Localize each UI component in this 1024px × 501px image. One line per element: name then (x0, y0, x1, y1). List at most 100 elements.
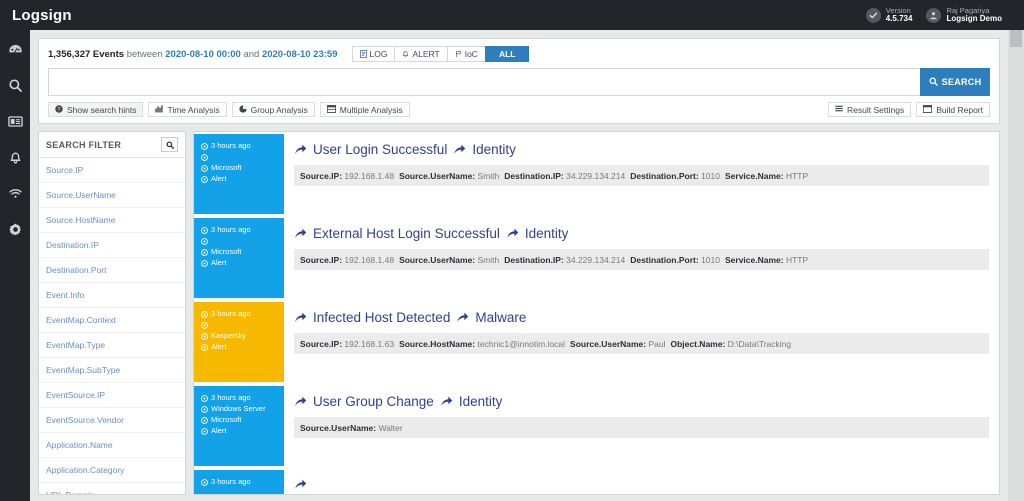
show-search-hints-button[interactable]: ? Show search hints (48, 102, 144, 117)
filter-item-label: Application.Category (46, 465, 125, 475)
filter-item-destination-port[interactable]: Destination.Port (39, 258, 185, 283)
field-value: 192.168.1.48 (344, 170, 395, 181)
filter-item-source-username[interactable]: Source.UserName (39, 183, 185, 208)
filter-item-eventsource-ip[interactable]: EventSource.IP (39, 383, 185, 408)
filter-item-eventmap-context[interactable]: EventMap.Context (39, 308, 185, 333)
result-card-title-row: User Group Change Identity (294, 394, 989, 409)
report-icon[interactable] (0, 110, 30, 132)
field-key: Destination.Port: (630, 170, 699, 181)
time-analysis-button[interactable]: Time Analysis (148, 102, 227, 117)
filter-item-eventsource-vendor[interactable]: EventSource.Vendor (39, 408, 185, 433)
result-card-title-row: User Login Successful Identity (294, 142, 989, 157)
tab-alert[interactable]: ALERT (394, 46, 447, 62)
topbar-right-group: Version 4.5.734 Raj Pagariya Logsign Dem… (865, 0, 1024, 30)
search-icon[interactable] (0, 74, 30, 96)
filter-item-destination-ip[interactable]: Destination.IP (39, 233, 185, 258)
build-report-label: Build Report (936, 104, 983, 115)
analysis-toolbar: ? Show search hints Time Analysis Group … (48, 102, 990, 117)
group-analysis-label: Group Analysis (250, 104, 308, 115)
arrow-icon (294, 227, 307, 240)
result-card-fields: Source.UserName: Walter (294, 417, 989, 438)
filter-item-eventmap-subtype[interactable]: EventMap.SubType (39, 358, 185, 383)
filter-item-application-category[interactable]: Application.Category (39, 458, 185, 483)
result-settings-button[interactable]: Result Settings (828, 102, 912, 117)
filter-item-application-name[interactable]: Application.Name (39, 433, 185, 458)
dashboard-icon[interactable] (0, 38, 30, 60)
filter-item-source-ip[interactable]: Source.IP (39, 158, 185, 183)
tab-ioc-label: IoC (464, 49, 478, 59)
signal-icon[interactable] (0, 182, 30, 204)
page-scrollbar[interactable] (1008, 30, 1024, 501)
result-card-title: External Host Login Successful (313, 226, 500, 241)
user-menu[interactable]: Raj Pagariya Logsign Demo (926, 6, 1002, 24)
arrow-icon (440, 395, 453, 408)
result-card-body: User Group Change Identity Source.UserNa… (284, 386, 999, 466)
filter-item-eventmap-type[interactable]: EventMap.Type (39, 333, 185, 358)
filter-item-source-hostname[interactable]: Source.HostName (39, 208, 185, 233)
result-toolbar: Result Settings Build Report (823, 102, 990, 117)
result-card-category: Identity (458, 394, 503, 409)
tab-log[interactable]: LOG (351, 46, 395, 62)
date-end[interactable]: 2020-08-10 23:59 (262, 49, 338, 60)
field-key: Destination.Port: (630, 254, 699, 265)
meta-type-label: Alert (211, 426, 227, 436)
version-value: 4.5.734 (885, 13, 913, 23)
meta-time-label: 3 hours ago (211, 477, 251, 487)
build-report-button[interactable]: Build Report (916, 102, 990, 117)
search-filter-header: SEARCH FILTER (39, 132, 185, 158)
left-icon-rail (0, 30, 30, 501)
result-card-title-row: Infected Host Detected Malware (294, 310, 989, 325)
result-card-meta: 3 hours ago Windows Server Microsoft Ale… (194, 386, 284, 466)
meta-time-label: 3 hours ago (211, 141, 251, 151)
date-start[interactable]: 2020-08-10 00:00 (165, 49, 241, 60)
arrow-icon (294, 143, 307, 156)
result-card-meta: 3 hours ago Microsoft Alert (194, 134, 284, 214)
search-icon (929, 76, 938, 88)
meta-time: 3 hours ago (201, 309, 278, 320)
events-summary: 1,356,327 Events between 2020-08-10 00:0… (48, 49, 338, 60)
field-value: Walter (378, 422, 403, 433)
tab-alert-label: ALERT (412, 49, 440, 59)
show-search-hints-label: Show search hints (67, 104, 137, 115)
tab-ioc[interactable]: IoC (446, 46, 485, 62)
meta-type-label: Alert (211, 174, 227, 184)
bell-icon (402, 50, 409, 58)
result-card[interactable]: 3 hours ago Kaspersky Alert Infected Hos… (194, 302, 999, 382)
search-input[interactable] (48, 68, 920, 96)
group-analysis-button[interactable]: Group Analysis (231, 102, 315, 117)
meta-type-label: Alert (211, 258, 227, 268)
result-card-fields: Source.IP: 192.168.1.63 Source.HostName:… (294, 333, 989, 354)
field-value: 1010 (701, 170, 720, 181)
result-card[interactable]: 3 hours ago Microsoft Alert (194, 134, 999, 214)
meta-time-label: 3 hours ago (211, 225, 251, 235)
filter-item-event-info[interactable]: Event.Info (39, 283, 185, 308)
result-card-body: Infected Host Detected Malware Source.IP… (284, 302, 999, 382)
field-key: Source.UserName: (570, 338, 647, 349)
user-circle-icon (926, 7, 942, 23)
filter-item-label: EventSource.IP (46, 390, 106, 400)
multiple-analysis-button[interactable]: Multiple Analysis (319, 102, 410, 117)
meta-vendor: Microsoft (201, 163, 278, 174)
result-card-title: User Group Change (313, 394, 434, 409)
result-card[interactable]: 3 hours ago Windows Server Microsoft Ale… (194, 386, 999, 466)
table-icon (326, 104, 336, 115)
gear-icon[interactable] (0, 218, 30, 240)
filter-search-button[interactable] (161, 137, 178, 152)
result-card[interactable]: 3 hours ago Microsoft Alert (194, 218, 999, 298)
search-button[interactable]: SEARCH (920, 68, 990, 96)
arrow-icon (294, 478, 307, 491)
result-card-category: Malware (475, 310, 527, 325)
bell-icon[interactable] (0, 146, 30, 168)
tab-all[interactable]: ALL (484, 46, 530, 62)
field-value: Smith (477, 254, 500, 265)
search-box-row: SEARCH (48, 68, 990, 96)
filter-item-label: Source.HostName (46, 215, 116, 225)
results-list: 3 hours ago Microsoft Alert User Login S… (193, 131, 1000, 495)
app-brand[interactable]: Logsign (0, 7, 230, 24)
result-card-fields: Source.IP: 192.168.1.48 Source.UserName:… (294, 249, 989, 270)
version-indicator[interactable]: Version 4.5.734 (865, 6, 913, 24)
page-scrollbar-thumb[interactable] (1010, 30, 1022, 47)
filter-item-url-domain[interactable]: URL.Domain (39, 483, 185, 494)
result-card[interactable]: 3 hours ago (194, 470, 999, 494)
field-value: D:\Data\Tracking (727, 338, 792, 349)
